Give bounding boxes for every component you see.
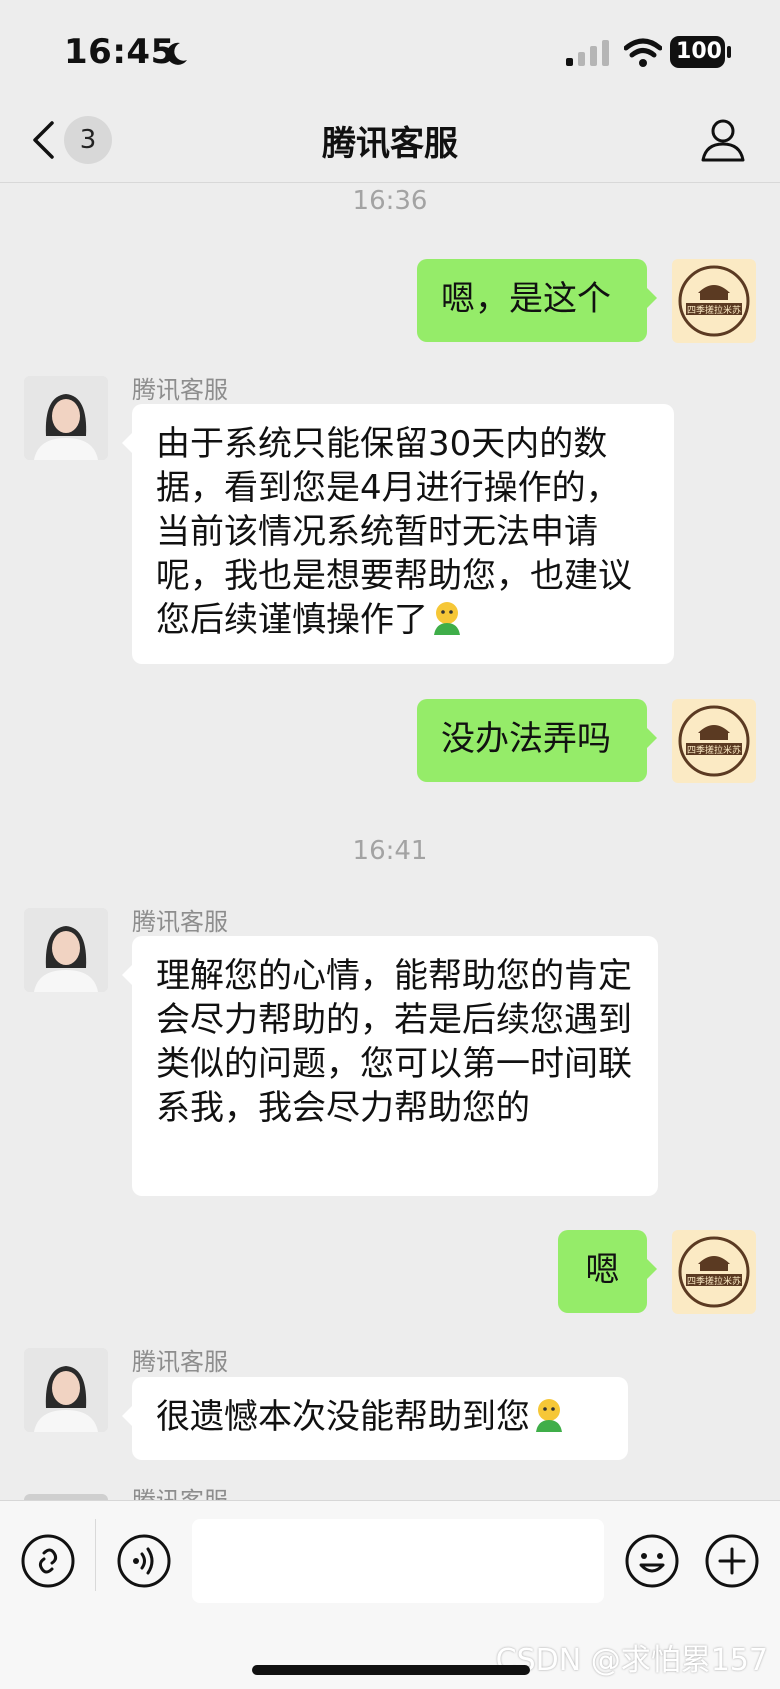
message-text: 理解您的心情，能帮助您的肯定会尽力帮助的，若是后续您遇到类似的问题，您可以第一时…: [156, 956, 632, 1128]
moon-icon: [166, 42, 187, 65]
agent-photo: [24, 1348, 108, 1432]
agent-photo: [24, 908, 108, 992]
message-input[interactable]: [192, 1519, 604, 1603]
incoming-message[interactable]: 理解您的心情，能帮助您的肯定会尽力帮助的，若是后续您遇到类似的问题，您可以第一时…: [122, 936, 658, 1196]
outgoing-message[interactable]: 嗯: [558, 1230, 657, 1313]
message-text: 很遗憾本次没能帮助到您: [156, 1397, 530, 1437]
incoming-message[interactable]: 由于系统只能保留30天内的数据，看到您是4月进行操作的，当前该情况系统暂时无法申…: [122, 404, 674, 664]
timestamp: 16:41: [352, 836, 428, 866]
agent-avatar[interactable]: [24, 376, 108, 460]
sender-name: 腾讯客服: [132, 1348, 228, 1376]
user-avatar[interactable]: 四季搓拉米苏: [672, 259, 756, 343]
timestamp: 16:36: [352, 186, 428, 216]
home-indicator: [252, 1665, 530, 1675]
sender-name: 腾讯客服: [132, 376, 228, 404]
status-bar: 16:45 100: [0, 0, 780, 98]
divider: [95, 1519, 96, 1591]
message-text: 没办法弄吗: [441, 719, 611, 759]
logo-icon: 四季搓拉米苏: [678, 1236, 750, 1308]
voice-icon[interactable]: [116, 1533, 172, 1589]
chat-title: 腾讯客服: [322, 124, 458, 164]
status-time: 16:45: [64, 32, 175, 72]
incoming-message[interactable]: 很遗憾本次没能帮助到您: [122, 1377, 628, 1460]
user-avatar[interactable]: 四季搓拉米苏: [672, 1230, 756, 1314]
agent-avatar[interactable]: [24, 1348, 108, 1432]
input-bar: CSDN @求怕累157: [0, 1500, 780, 1689]
agent-avatar[interactable]: [24, 908, 108, 992]
message-text: 嗯，是这个: [441, 279, 611, 319]
profile-icon[interactable]: [700, 116, 746, 162]
emoji-picker-icon[interactable]: [624, 1533, 680, 1589]
outgoing-message[interactable]: 嗯，是这个: [417, 259, 657, 342]
logo-icon: 四季搓拉米苏: [678, 705, 750, 777]
outgoing-message[interactable]: 没办法弄吗: [417, 699, 657, 782]
logo-icon: 四季搓拉米苏: [678, 265, 750, 337]
link-icon[interactable]: [20, 1533, 76, 1589]
watermark: CSDN @求怕累157: [495, 1643, 768, 1678]
emoji-icon: [434, 602, 460, 635]
svg-text:四季搓拉米苏: 四季搓拉米苏: [687, 1275, 741, 1287]
svg-text:四季搓拉米苏: 四季搓拉米苏: [687, 304, 741, 316]
sender-name-partial: 腾讯客服: [132, 1486, 228, 1500]
wifi-icon: [624, 38, 662, 67]
svg-text:四季搓拉米苏: 四季搓拉米苏: [687, 744, 741, 756]
user-avatar[interactable]: 四季搓拉米苏: [672, 699, 756, 783]
emoji-icon: [536, 1399, 562, 1432]
message-text: 嗯: [585, 1250, 620, 1290]
plus-icon[interactable]: [704, 1533, 760, 1589]
battery-level: 100: [676, 39, 722, 64]
message-text: 由于系统只能保留30天内的数据，看到您是4月进行操作的，当前该情况系统暂时无法申…: [156, 424, 632, 640]
agent-photo: [24, 376, 108, 460]
sender-name: 腾讯客服: [132, 908, 228, 936]
signal-icon: [566, 40, 609, 66]
nav-bar: 3 腾讯客服: [0, 98, 780, 183]
